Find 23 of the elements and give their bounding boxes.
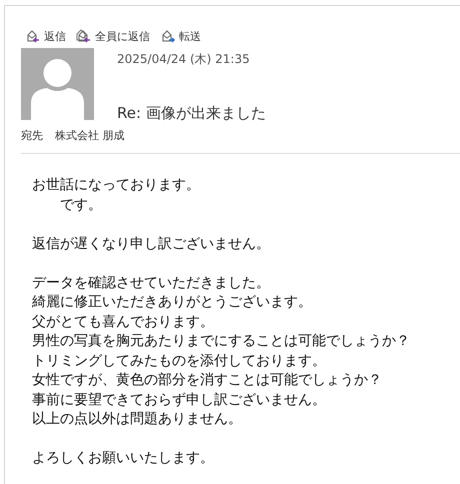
- reply-all-button[interactable]: 全員に返信: [76, 28, 150, 44]
- avatar-icon: [21, 48, 94, 120]
- body-line: です。: [59, 196, 103, 214]
- reply-envelope-icon: [76, 29, 92, 43]
- body-line: トリミングしてみたものを添付しております。: [32, 352, 327, 370]
- recipient: 株式会社 朋成: [55, 128, 124, 143]
- body-line: 以上の点以外は問題ありません。: [32, 410, 243, 429]
- body-line: お世話になっております。: [32, 176, 201, 195]
- sent-date: 2025/04/24 (木) 21:35: [117, 51, 251, 68]
- body-line: 事前に要望できておらず申し訳ございません。: [32, 390, 327, 410]
- body-line: よろしくお願いいたします。: [32, 449, 215, 468]
- body-line: 父がとても喜んでおります。: [32, 312, 215, 332]
- reply-envelope-icon: [25, 29, 41, 43]
- body-line: データを確認させていただきました。: [32, 274, 271, 292]
- body-line: 男性の写真を胸元あたりまでにすることは可能でしょうか？: [32, 332, 411, 351]
- body-line: 返信が遅くなり申し訳ございません。: [32, 234, 271, 254]
- body-line: 綺麗に修正いただきありがとうございます。: [32, 293, 313, 312]
- subject: Re: 画像が出来ました: [117, 104, 266, 123]
- to-label: 宛先: [21, 128, 43, 143]
- body-line: 女性ですが、黄色の部分を消すことは可能でしょうか？: [32, 371, 383, 390]
- reply-button[interactable]: 返信: [25, 28, 66, 44]
- forward-envelope-icon: [160, 29, 176, 43]
- forward-button[interactable]: 転送: [160, 28, 201, 44]
